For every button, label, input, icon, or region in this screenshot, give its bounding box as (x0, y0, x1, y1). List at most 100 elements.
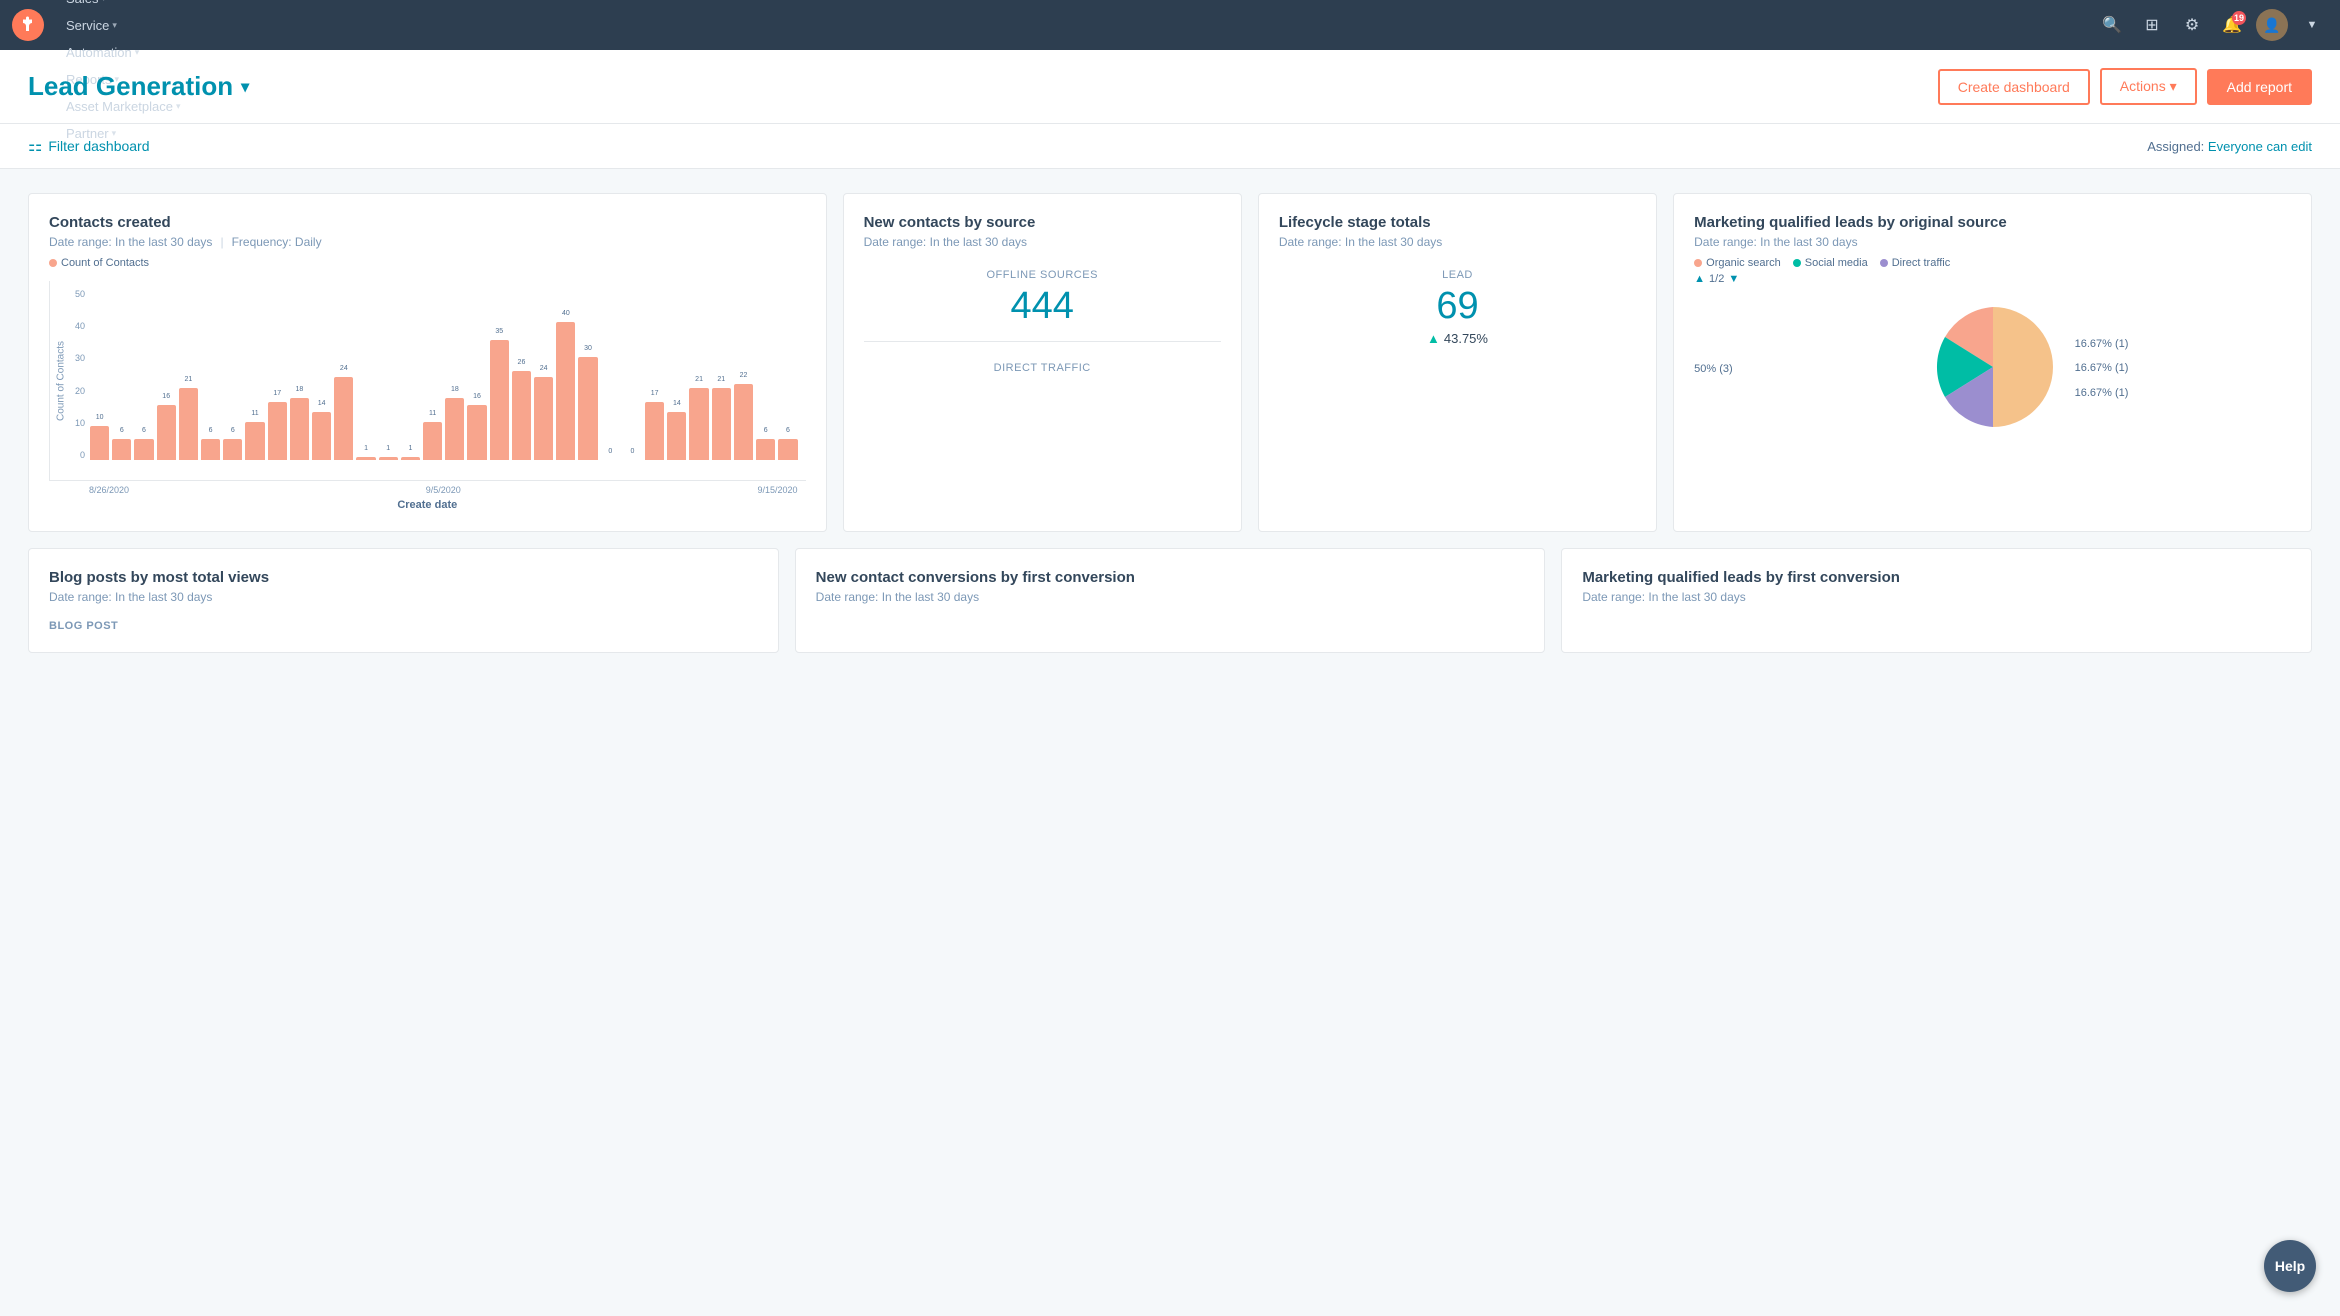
bar-item: 16 (157, 405, 176, 460)
bar-item: 11 (423, 422, 442, 460)
bar-item: 21 (689, 388, 708, 460)
settings-icon[interactable]: ⚙ (2176, 9, 2208, 41)
bar-item: 1 (379, 457, 398, 460)
bar-value: 21 (185, 376, 193, 383)
bar-value: 1 (408, 445, 412, 452)
filter-dashboard-button[interactable]: ⚏ Filter dashboard (28, 136, 150, 156)
dashboard-row-1: Contacts created Date range: In the last… (28, 193, 2312, 532)
bar-item: 22 (734, 384, 753, 460)
lead-change: ▲ 43.75% (1279, 331, 1636, 346)
bar-item: 21 (712, 388, 731, 460)
lifecycle-subtitle: Date range: In the last 30 days (1279, 235, 1636, 249)
organic-search-label: Organic search (1706, 257, 1781, 269)
pie-label-bottom-right: 16.67% (1) (2075, 381, 2291, 405)
offline-metric: OFFLINE SOURCES 444 (864, 269, 1221, 325)
title-dropdown-icon[interactable]: ▾ (241, 77, 249, 97)
bar: 10 (90, 426, 109, 460)
nav-item-service[interactable]: Service▾ (56, 12, 190, 39)
lead-value: 69 (1279, 287, 1636, 325)
search-icon[interactable]: 🔍 (2096, 9, 2128, 41)
bar-item: 6 (112, 439, 131, 460)
filter-bar: ⚏ Filter dashboard Assigned: Everyone ca… (0, 124, 2340, 169)
direct-traffic-label: Direct traffic (1892, 257, 1950, 269)
bar-value: 21 (695, 376, 703, 383)
bar-item: 14 (667, 412, 686, 460)
nav-item-sales[interactable]: Sales▾ (56, 0, 190, 12)
contacts-created-card: Contacts created Date range: In the last… (28, 193, 827, 532)
bar: 16 (467, 405, 486, 460)
bar-item: 1 (401, 457, 420, 460)
blog-post-col-label: BLOG POST (49, 620, 758, 632)
lead-label: LEAD (1279, 269, 1636, 281)
bar: 18 (445, 398, 464, 460)
help-button[interactable]: Help (2264, 1240, 2316, 1292)
bar: 24 (534, 377, 553, 460)
bar-item: 17 (645, 402, 664, 460)
bar: 6 (223, 439, 242, 460)
dashboard-row-2: Blog posts by most total views Date rang… (28, 548, 2312, 653)
bar-value: 18 (451, 386, 459, 393)
add-report-button[interactable]: Add report (2207, 69, 2312, 105)
bar: 21 (689, 388, 708, 460)
notification-badge: 19 (2232, 11, 2246, 25)
actions-button[interactable]: Actions ▾ (2100, 68, 2197, 105)
user-avatar[interactable]: 👤 (2256, 9, 2288, 41)
contact-conversions-title: New contact conversions by first convers… (816, 569, 1525, 586)
bar-value: 6 (120, 427, 124, 434)
prev-page-btn[interactable]: ▲ (1694, 273, 1705, 285)
bar: 16 (157, 405, 176, 460)
bar: 6 (134, 439, 153, 460)
blog-most-views-card: Blog posts by most total views Date rang… (28, 548, 779, 653)
assigned-section: Assigned: Everyone can edit (2147, 139, 2312, 154)
actions-label: Actions (2120, 78, 2166, 94)
bar: 24 (334, 377, 353, 460)
bar-item: 6 (201, 439, 220, 460)
actions-caret: ▾ (2170, 78, 2177, 94)
hubspot-logo[interactable] (12, 9, 44, 41)
page-title-container: Lead Generation ▾ (28, 71, 249, 102)
bar: 1 (356, 457, 375, 460)
pagination-text: 1/2 (1709, 273, 1724, 285)
bar-value: 30 (584, 345, 592, 352)
nav-item-automation[interactable]: Automation▾ (56, 39, 190, 66)
page-header: Lead Generation ▾ Create dashboard Actio… (0, 50, 2340, 124)
bar: 17 (645, 402, 664, 460)
contacts-legend: Count of Contacts (49, 257, 806, 269)
marketplace-icon[interactable]: ⊞ (2136, 9, 2168, 41)
nav-icon-group: 🔍 ⊞ ⚙ 🔔 19 👤 ▼ (2096, 9, 2328, 41)
contact-conversions-subtitle: Date range: In the last 30 days (816, 590, 1525, 604)
x-axis-labels: 8/26/2020 9/5/2020 9/15/2020 (49, 485, 806, 495)
bar-item: 11 (245, 422, 264, 460)
bar-value: 21 (717, 376, 725, 383)
offline-label: OFFLINE SOURCES (864, 269, 1221, 281)
pie-chart-section: 50% (3) 16.67% (1694, 297, 2291, 440)
bar-value: 14 (673, 400, 681, 407)
bar: 1 (401, 457, 420, 460)
bar-value: 35 (495, 328, 503, 335)
notifications-icon[interactable]: 🔔 19 (2216, 9, 2248, 41)
bar-value: 18 (296, 386, 304, 393)
bar-item: 35 (490, 340, 509, 460)
bar-value: 17 (651, 390, 659, 397)
y-axis: 50 40 30 20 10 0 (50, 289, 85, 460)
bar: 17 (268, 402, 287, 460)
bar-value: 6 (209, 427, 213, 434)
create-dashboard-button[interactable]: Create dashboard (1938, 69, 2090, 105)
bar-value: 16 (162, 393, 170, 400)
next-page-btn[interactable]: ▼ (1728, 273, 1739, 285)
pie-right-labels: 16.67% (1) 16.67% (1) 16.67% (1) (2075, 332, 2291, 405)
bar: 11 (245, 422, 264, 460)
expand-icon[interactable]: ▼ (2296, 9, 2328, 41)
offline-value: 444 (864, 287, 1221, 325)
navigation: Contacts▾Conversations▾Marketing▾Sales▾S… (0, 0, 2340, 50)
contacts-legend-dot (49, 259, 57, 267)
bar-value: 6 (142, 427, 146, 434)
bar-value: 22 (740, 372, 748, 379)
bar-item: 26 (512, 371, 531, 460)
x-axis-title: Create date (49, 499, 806, 511)
social-media-dot (1793, 259, 1801, 267)
assigned-link[interactable]: Everyone can edit (2208, 139, 2312, 154)
bar-item: 21 (179, 388, 198, 460)
pie-chart (1923, 297, 2063, 440)
mql-source-title: Marketing qualified leads by original so… (1694, 214, 2291, 231)
